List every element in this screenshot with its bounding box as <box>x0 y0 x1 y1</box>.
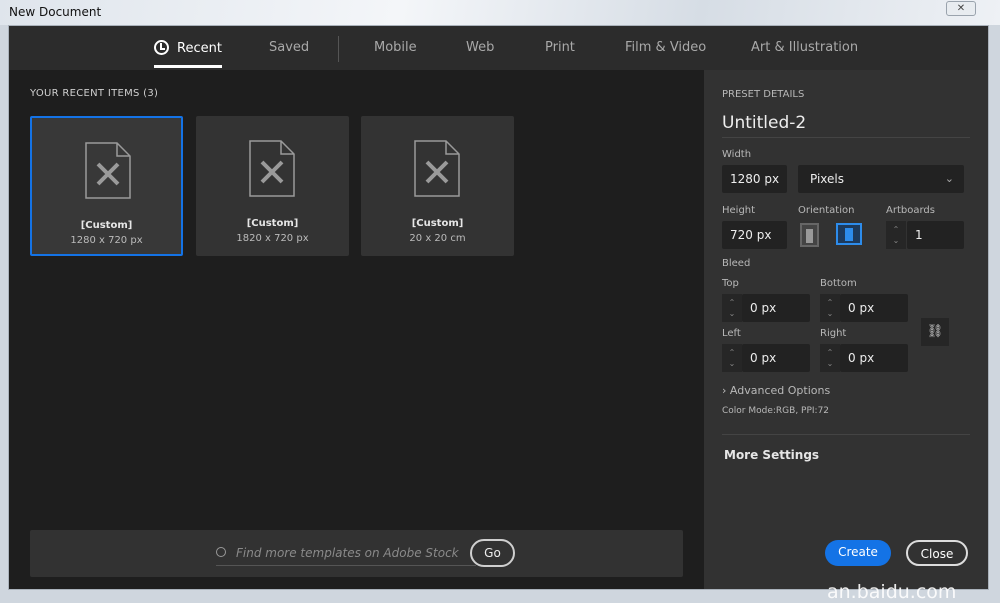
document-icon <box>85 142 131 199</box>
advanced-options-label: Advanced Options <box>729 384 831 397</box>
right-stepper[interactable]: ⌃ ⌄ <box>820 344 840 372</box>
recent-item-card[interactable]: [Custom] 1280 x 720 px <box>30 116 183 256</box>
close-button[interactable]: Close <box>906 540 968 566</box>
item-name: [Custom] <box>80 220 133 231</box>
width-label: Width <box>722 149 752 160</box>
new-document-dialog: Recent Saved Mobile Web Print Film & Vid… <box>8 25 989 603</box>
top-label: Top <box>722 278 739 289</box>
bleed-bottom-input[interactable]: 0 px <box>840 294 908 322</box>
search-icon <box>216 547 226 557</box>
unit-value: Pixels <box>810 172 845 186</box>
portrait-orientation-icon[interactable] <box>800 223 819 247</box>
chevron-right-icon: › <box>722 384 727 397</box>
preset-details-panel: PRESET DETAILS Untitled-2 Width 1280 px … <box>704 70 988 589</box>
right-label: Right <box>820 328 847 339</box>
height-label: Height <box>722 205 756 216</box>
unit-select[interactable]: Pixels ⌄ <box>798 165 964 193</box>
more-settings-link[interactable]: More Settings <box>724 448 819 462</box>
tab-recent[interactable]: Recent <box>154 40 222 68</box>
bleed-left-input[interactable]: 0 px <box>742 344 810 372</box>
stock-search-bar: Find more templates on Adobe Stock Go <box>30 530 683 577</box>
item-name: [Custom] <box>411 218 464 229</box>
advanced-options-toggle[interactable]: › Advanced Options <box>722 384 830 397</box>
color-mode-info: Color Mode:RGB, PPI:72 <box>722 406 830 416</box>
artboards-stepper[interactable]: ⌃ ⌄ <box>886 221 906 249</box>
item-name: [Custom] <box>246 218 299 229</box>
tab-mobile[interactable]: Mobile <box>374 40 417 55</box>
orientation-label: Orientation <box>798 205 855 216</box>
preset-heading: PRESET DETAILS <box>722 89 805 100</box>
recent-heading-text: YOUR RECENT ITEMS <box>30 88 140 99</box>
recent-heading: YOUR RECENT ITEMS (3) <box>30 88 158 99</box>
bottom-label: Bottom <box>820 278 857 289</box>
item-size: 1820 x 720 px <box>236 233 309 244</box>
recent-item-card[interactable]: [Custom] 20 x 20 cm <box>361 116 514 256</box>
create-button[interactable]: Create <box>825 540 891 566</box>
go-button[interactable]: Go <box>470 539 515 567</box>
tab-film-video[interactable]: Film & Video <box>625 40 706 55</box>
divider <box>722 137 970 138</box>
tab-print[interactable]: Print <box>545 40 575 55</box>
stock-search-input[interactable]: Find more templates on Adobe Stock <box>216 542 476 566</box>
left-stepper[interactable]: ⌃ ⌄ <box>722 344 742 372</box>
document-icon <box>249 140 295 197</box>
document-icon <box>414 140 460 197</box>
tab-label: Recent <box>177 41 222 56</box>
tab-saved[interactable]: Saved <box>269 40 309 55</box>
title-bar: New Document ✕ <box>0 0 1000 25</box>
watermark: an.baidu.com <box>827 581 957 603</box>
search-placeholder: Find more templates on Adobe Stock <box>236 546 459 560</box>
link-icon[interactable]: ⛓ <box>921 318 949 346</box>
bleed-label: Bleed <box>722 258 751 269</box>
artboards-label: Artboards <box>886 205 935 216</box>
category-tabs: Recent Saved Mobile Web Print Film & Vid… <box>9 26 988 70</box>
bleed-top-input[interactable]: 0 px <box>742 294 810 322</box>
landscape-orientation-icon[interactable] <box>836 223 862 245</box>
item-size: 1280 x 720 px <box>70 235 143 246</box>
tab-art-illustration[interactable]: Art & Illustration <box>751 40 858 55</box>
clock-icon <box>154 40 169 55</box>
window-title: New Document <box>9 5 102 19</box>
document-name-input[interactable]: Untitled-2 <box>722 113 806 133</box>
tab-divider <box>338 36 339 62</box>
recent-item-card[interactable]: [Custom] 1820 x 720 px <box>196 116 349 256</box>
left-label: Left <box>722 328 741 339</box>
window-close-button[interactable]: ✕ <box>946 1 976 16</box>
width-input[interactable]: 1280 px <box>722 165 787 193</box>
recent-count: (3) <box>143 88 159 99</box>
bottom-stepper[interactable]: ⌃ ⌄ <box>820 294 840 322</box>
top-stepper[interactable]: ⌃ ⌄ <box>722 294 742 322</box>
height-input[interactable]: 720 px <box>722 221 787 249</box>
artboards-input[interactable]: 1 <box>907 221 964 249</box>
bleed-right-input[interactable]: 0 px <box>840 344 908 372</box>
item-size: 20 x 20 cm <box>409 233 466 244</box>
chevron-down-icon: ⌄ <box>944 172 954 185</box>
tab-web[interactable]: Web <box>466 40 494 55</box>
divider <box>722 434 970 435</box>
